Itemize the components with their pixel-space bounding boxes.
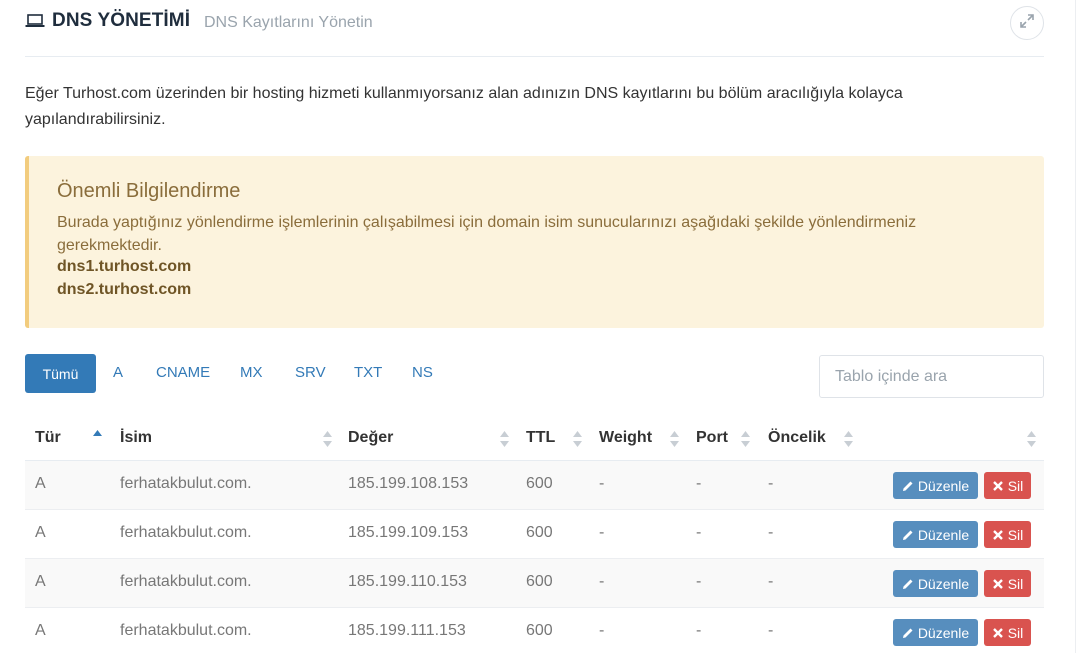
cell-type: A [35, 524, 46, 541]
filter-srv[interactable]: SRV [295, 364, 326, 381]
delete-label: Sil [1007, 624, 1024, 641]
times-icon [992, 578, 1004, 590]
cell-port: - [696, 622, 702, 639]
alert-title: Önemli Bilgilendirme [57, 180, 241, 202]
column-header-value[interactable]: Değer [348, 429, 393, 447]
cell-type: A [35, 622, 46, 639]
edit-label: Düzenle [917, 526, 970, 543]
cell-weight: - [599, 622, 605, 639]
panel-edge-divider [1075, 0, 1076, 653]
laptop-icon [25, 13, 45, 29]
cell-weight: - [599, 475, 605, 492]
page-subtitle: DNS Kayıtlarını Yönetin [204, 14, 373, 31]
edit-button[interactable]: Düzenle [893, 619, 978, 646]
cell-weight: - [599, 524, 605, 541]
pencil-icon [902, 480, 914, 492]
cell-ttl: 600 [526, 622, 553, 639]
cell-type: A [35, 573, 46, 590]
cell-port: - [696, 573, 702, 590]
delete-button[interactable]: Sil [984, 570, 1031, 597]
filter-cname[interactable]: CNAME [156, 364, 210, 381]
edit-button[interactable]: Düzenle [893, 521, 978, 548]
column-header-name[interactable]: İsim [120, 429, 152, 447]
cell-name: ferhatakbulut.com. [120, 622, 252, 639]
cell-port: - [696, 524, 702, 541]
times-icon [992, 627, 1004, 639]
edit-button[interactable]: Düzenle [893, 472, 978, 499]
cell-name: ferhatakbulut.com. [120, 524, 252, 541]
cell-value: 185.199.108.153 [348, 475, 469, 492]
cell-priority: - [768, 622, 774, 639]
delete-label: Sil [1007, 575, 1024, 592]
table-search-input[interactable] [819, 355, 1044, 398]
cell-priority: - [768, 524, 774, 541]
edit-label: Düzenle [917, 575, 970, 592]
table-row: A ferhatakbulut.com. 185.199.110.153 600… [25, 559, 1044, 608]
cell-ttl: 600 [526, 573, 553, 590]
cell-name: ferhatakbulut.com. [120, 475, 252, 492]
table-row: A ferhatakbulut.com. 185.199.109.153 600… [25, 510, 1044, 559]
info-alert: Önemli Bilgilendirme Burada yaptığınız y… [25, 156, 1044, 328]
fullscreen-button[interactable] [1010, 6, 1044, 40]
filter-mx[interactable]: MX [240, 364, 263, 381]
intro-text: Eğer Turhost.com üzerinden bir hosting h… [25, 85, 903, 128]
sort-asc-icon[interactable] [93, 430, 102, 448]
cell-value: 185.199.110.153 [348, 573, 467, 590]
edit-label: Düzenle [917, 477, 970, 494]
expand-icon [1020, 13, 1034, 33]
column-header-weight[interactable]: Weight [599, 429, 652, 447]
dns-management-panel: DNS YÖNETİMİ DNS Kayıtlarını Yönetin Eğe… [25, 0, 1044, 653]
filter-a[interactable]: A [113, 364, 123, 381]
table-row: A ferhatakbulut.com. 185.199.111.153 600… [25, 608, 1044, 653]
filter-txt[interactable]: TXT [354, 364, 382, 381]
times-icon [992, 480, 1004, 492]
sort-both-icon[interactable] [741, 430, 750, 448]
sort-both-icon[interactable] [670, 430, 679, 448]
cell-value: 185.199.109.153 [348, 524, 469, 541]
cell-type: A [35, 475, 46, 492]
cell-port: - [696, 475, 702, 492]
edit-button[interactable]: Düzenle [893, 570, 978, 597]
times-icon [992, 529, 1004, 541]
cell-priority: - [768, 475, 774, 492]
page-title: DNS YÖNETİMİ [52, 10, 191, 31]
sort-both-icon[interactable] [1027, 430, 1036, 448]
panel-header: DNS YÖNETİMİ DNS Kayıtlarını Yönetin [25, 0, 1044, 57]
filter-all-button[interactable]: Tümü [25, 354, 96, 393]
cell-ttl: 600 [526, 475, 553, 492]
alert-text: Burada yaptığınız yönlendirme işlemlerin… [57, 214, 917, 254]
nameserver-2: dns2.turhost.com [57, 281, 192, 298]
column-header-priority[interactable]: Öncelik [768, 429, 826, 447]
edit-label: Düzenle [917, 624, 970, 641]
delete-button[interactable]: Sil [984, 472, 1031, 499]
filter-ns[interactable]: NS [412, 364, 433, 381]
cell-priority: - [768, 573, 774, 590]
column-header-port[interactable]: Port [696, 429, 728, 447]
pencil-icon [902, 578, 914, 590]
column-header-type[interactable]: Tür [35, 429, 61, 447]
delete-button[interactable]: Sil [984, 521, 1031, 548]
delete-button[interactable]: Sil [984, 619, 1031, 646]
pencil-icon [902, 627, 914, 639]
table-row: A ferhatakbulut.com. 185.199.108.153 600… [25, 461, 1044, 510]
delete-label: Sil [1007, 477, 1024, 494]
delete-label: Sil [1007, 526, 1024, 543]
cell-ttl: 600 [526, 524, 553, 541]
sort-both-icon[interactable] [573, 430, 582, 448]
table-header: Tür İsim Değer TTL Weight Port Öncelik [25, 418, 1044, 461]
column-header-ttl[interactable]: TTL [526, 429, 555, 447]
sort-both-icon[interactable] [844, 430, 853, 448]
cell-name: ferhatakbulut.com. [120, 573, 252, 590]
pencil-icon [902, 529, 914, 541]
sort-both-icon[interactable] [323, 430, 332, 448]
nameserver-1: dns1.turhost.com [57, 258, 192, 275]
sort-both-icon[interactable] [500, 430, 509, 448]
cell-value: 185.199.111.153 [348, 622, 466, 639]
cell-weight: - [599, 573, 605, 590]
